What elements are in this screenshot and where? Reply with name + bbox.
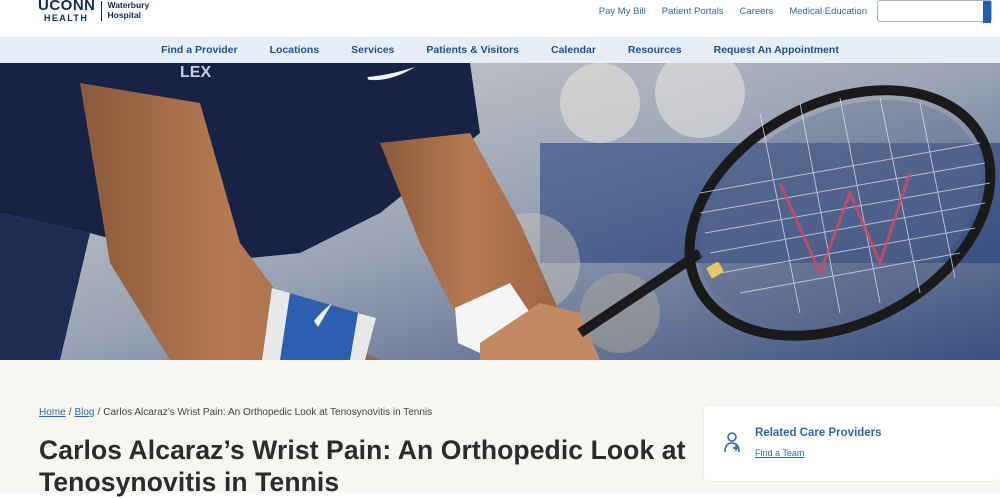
breadcrumb-blog[interactable]: Blog (74, 407, 94, 418)
utility-link-patient-portals[interactable]: Patient Portals (662, 6, 724, 17)
card-title: Related Care Providers (755, 427, 882, 439)
related-care-providers-card: Related Care Providers Find a Team (704, 406, 1000, 481)
nav-patients-visitors[interactable]: Patients & Visitors (426, 44, 519, 56)
utility-link-medical-education[interactable]: Medical Education (789, 6, 867, 17)
article-content-area: Home / Blog / Carlos Alcaraz’s Wrist Pain: A… (0, 360, 1000, 497)
nav-find-a-provider[interactable]: Find a Provider (161, 44, 237, 56)
utility-link-pay-my-bill[interactable]: Pay My Bill (599, 6, 646, 17)
search-input[interactable] (877, 0, 992, 23)
utility-link-careers[interactable]: Careers (740, 6, 774, 17)
breadcrumb-separator: / (97, 407, 101, 418)
site-logo[interactable]: UCONN HEALTH Waterbury Hospital (38, 0, 149, 24)
utility-nav: Pay My Bill Patient Portals Careers Medi… (583, 6, 867, 17)
main-nav: Find a Provider Locations Services Patie… (0, 37, 1000, 63)
page-title: Carlos Alcaraz’s Wrist Pain: An Orthoped… (39, 435, 686, 497)
uconn-health-wordmark: UCONN HEALTH (38, 0, 96, 23)
hero-illustration: LEX (0, 63, 1000, 360)
hospital-name: Waterbury Hospital (108, 0, 150, 20)
breadcrumb: Home / Blog / Carlos Alcaraz’s Wrist Pain: A… (39, 407, 432, 418)
nav-calendar[interactable]: Calendar (551, 44, 596, 56)
provider-person-icon (724, 432, 740, 453)
nav-resources[interactable]: Resources (628, 44, 682, 56)
search-button[interactable] (983, 1, 991, 23)
breadcrumb-home[interactable]: Home (39, 407, 66, 418)
nav-locations[interactable]: Locations (270, 44, 320, 56)
hospital-name-line1: Waterbury (107, 0, 150, 10)
logo-brand: UCONN (38, 0, 96, 14)
breadcrumb-separator: / (68, 407, 72, 418)
nav-services[interactable]: Services (351, 44, 394, 56)
find-a-team-link[interactable]: Find a Team (755, 448, 804, 458)
hero-image: LEX (0, 63, 1000, 360)
breadcrumb-current: Carlos Alcaraz’s Wrist Pain: An Orthoped… (103, 407, 433, 418)
hospital-name-line2: Hospital (107, 10, 142, 20)
shirt-text: LEX (180, 64, 211, 81)
top-utility-bar: UCONN HEALTH Waterbury Hospital Pay My B… (0, 0, 1000, 37)
nav-request-appointment[interactable]: Request An Appointment (714, 44, 839, 56)
logo-sub: HEALTH (44, 13, 89, 23)
logo-divider (100, 1, 102, 21)
